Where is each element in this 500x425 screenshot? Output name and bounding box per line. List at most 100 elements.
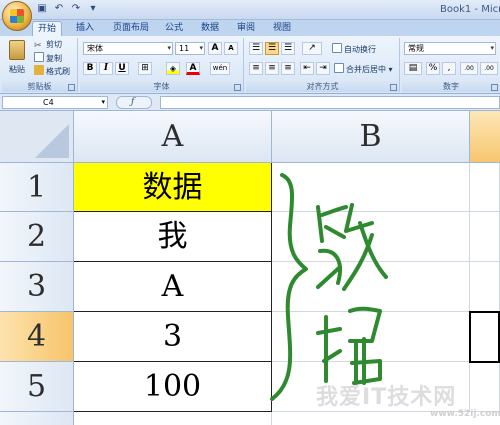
quick-access-toolbar: ▣ ↶ ↷ ▾ (36, 3, 99, 15)
row-header-6[interactable] (0, 412, 74, 425)
number-format-value: 常规 (408, 44, 424, 53)
increase-decimal-button[interactable]: .00 (460, 62, 478, 75)
formula-input[interactable] (160, 96, 500, 109)
underline-button[interactable]: U (115, 62, 129, 75)
cell-b4[interactable] (272, 312, 470, 362)
cell-a3[interactable]: A (74, 262, 272, 312)
decrease-indent-button[interactable]: ⇤ (300, 62, 314, 75)
merge-center-label: 合并后居中 (346, 65, 386, 74)
borders-icon: ⊞ (141, 63, 149, 73)
align-top-button[interactable]: ☰ (249, 42, 263, 55)
undo-icon[interactable]: ↶ (53, 3, 65, 15)
percent-button[interactable]: % (426, 62, 440, 75)
merge-center-button[interactable]: 合并后居中 ▾ (334, 63, 393, 75)
active-cell-c4[interactable] (469, 311, 500, 363)
row-header-3[interactable]: 3 (0, 262, 74, 312)
cell-a2[interactable]: 我 (74, 212, 272, 262)
increase-indent-icon: ⇥ (319, 63, 327, 73)
tab-view[interactable]: 视图 (268, 21, 296, 36)
font-color-button[interactable]: A (186, 62, 200, 75)
format-painter-button[interactable]: 格式刷 (34, 65, 70, 77)
column-header-c[interactable] (470, 111, 500, 163)
clipboard-group: 粘贴 ✂ 剪切 复制 格式刷 剪贴板 (2, 38, 78, 92)
tab-review[interactable]: 审阅 (232, 21, 260, 36)
number-group-label: 数字 (402, 81, 500, 92)
align-center-button[interactable]: ≡ (265, 62, 279, 75)
customize-icon[interactable]: ▾ (87, 3, 99, 15)
font-launcher-icon[interactable] (234, 84, 241, 91)
cell-a4[interactable]: 3 (74, 312, 272, 362)
paste-label: 粘贴 (9, 65, 25, 74)
number-format-select[interactable]: 常规 ▾ (404, 42, 496, 55)
copy-button[interactable]: 复制 (34, 52, 62, 64)
cell-b2[interactable] (272, 212, 470, 262)
row-header-5[interactable]: 5 (0, 362, 74, 412)
chevron-down-icon: ▾ (386, 65, 393, 74)
tab-formulas[interactable]: 公式 (160, 21, 188, 36)
cell-b1[interactable] (272, 163, 470, 212)
italic-button[interactable]: I (99, 62, 113, 75)
cell-c5[interactable] (470, 362, 500, 412)
cell-a6[interactable] (74, 412, 272, 425)
ribbon: 粘贴 ✂ 剪切 复制 格式刷 剪贴板 宋体 ▾ 11 ▾ A A B I U ⊞ ◈ … (0, 36, 500, 94)
select-all-button[interactable] (0, 111, 74, 163)
alignment-group: ☰ ☰ ☰ ↗ 自动换行 ≡ ≡ ≡ ⇤ ⇥ 合并后居中 ▾ 对齐方式 (246, 38, 400, 92)
number-group: 常规 ▾ ▤ % , .00 .00 数字 (402, 38, 500, 92)
currency-button[interactable]: ▤ (404, 62, 422, 75)
cell-c2[interactable] (470, 212, 500, 262)
row-header-1[interactable]: 1 (0, 163, 74, 212)
align-bottom-button[interactable]: ☰ (281, 42, 295, 55)
redo-icon[interactable]: ↷ (70, 3, 82, 15)
shrink-font-button[interactable]: A (224, 42, 238, 55)
tab-data[interactable]: 数据 (196, 21, 224, 36)
currency-icon: ▤ (408, 63, 418, 73)
clipboard-group-label: 剪贴板 (2, 81, 77, 92)
bold-button[interactable]: B (83, 62, 97, 75)
decrease-decimal-button[interactable]: .00 (480, 62, 498, 75)
decrease-indent-icon: ⇤ (303, 63, 311, 73)
wrap-text-label: 自动换行 (344, 45, 376, 54)
save-icon[interactable]: ▣ (36, 3, 48, 15)
comma-button[interactable]: , (442, 62, 456, 75)
office-button[interactable] (2, 1, 32, 31)
row-header-2[interactable]: 2 (0, 212, 74, 262)
cell-c1[interactable] (470, 163, 500, 212)
tab-page-layout[interactable]: 页面布局 (108, 21, 154, 36)
tab-insert[interactable]: 插入 (70, 21, 100, 36)
orientation-icon: ↗ (308, 43, 316, 53)
clipboard-launcher-icon[interactable] (68, 84, 75, 91)
orientation-button[interactable]: ↗ (302, 42, 322, 55)
align-left-icon: ≡ (252, 63, 260, 73)
tab-home[interactable]: 开始 (32, 21, 62, 36)
cell-b3[interactable] (272, 262, 470, 312)
cut-button[interactable]: ✂ 剪切 (34, 39, 62, 51)
name-box[interactable]: C4 ▾ (2, 96, 108, 109)
row-header-4[interactable]: 4 (0, 312, 74, 362)
paste-button[interactable]: 粘贴 (6, 40, 28, 80)
column-header-a[interactable]: A (74, 111, 272, 163)
wrap-text-button[interactable]: 自动换行 (332, 43, 376, 55)
grow-font-button[interactable]: A (208, 42, 222, 55)
font-size-select[interactable]: 11 ▾ (175, 42, 205, 55)
copy-label: 复制 (46, 54, 62, 63)
phonetic-guide-button[interactable]: wén (210, 62, 230, 75)
alignment-launcher-icon[interactable] (390, 84, 397, 91)
align-top-icon: ☰ (251, 43, 261, 53)
scissors-icon: ✂ (34, 41, 42, 51)
cell-a1[interactable]: 数据 (74, 163, 272, 212)
font-name-select[interactable]: 宋体 ▾ (83, 42, 173, 55)
ribbon-tabs: 开始 插入 页面布局 公式 数据 审阅 视图 (0, 20, 500, 36)
insert-function-button[interactable]: ƒ (116, 96, 152, 109)
cell-c3[interactable] (470, 262, 500, 312)
watermark-text: 我爱IT技术网 (316, 385, 457, 410)
column-header-b[interactable]: B (272, 111, 470, 163)
cell-a5[interactable]: 100 (74, 362, 272, 412)
align-right-button[interactable]: ≡ (281, 62, 295, 75)
align-middle-button[interactable]: ☰ (265, 42, 279, 55)
borders-button[interactable]: ⊞ (138, 62, 152, 75)
fill-color-button[interactable]: ◈ (166, 62, 180, 75)
increase-indent-button[interactable]: ⇥ (316, 62, 330, 75)
number-launcher-icon[interactable] (491, 84, 498, 91)
window-title: Book1 - Micro (440, 4, 500, 15)
align-left-button[interactable]: ≡ (249, 62, 263, 75)
